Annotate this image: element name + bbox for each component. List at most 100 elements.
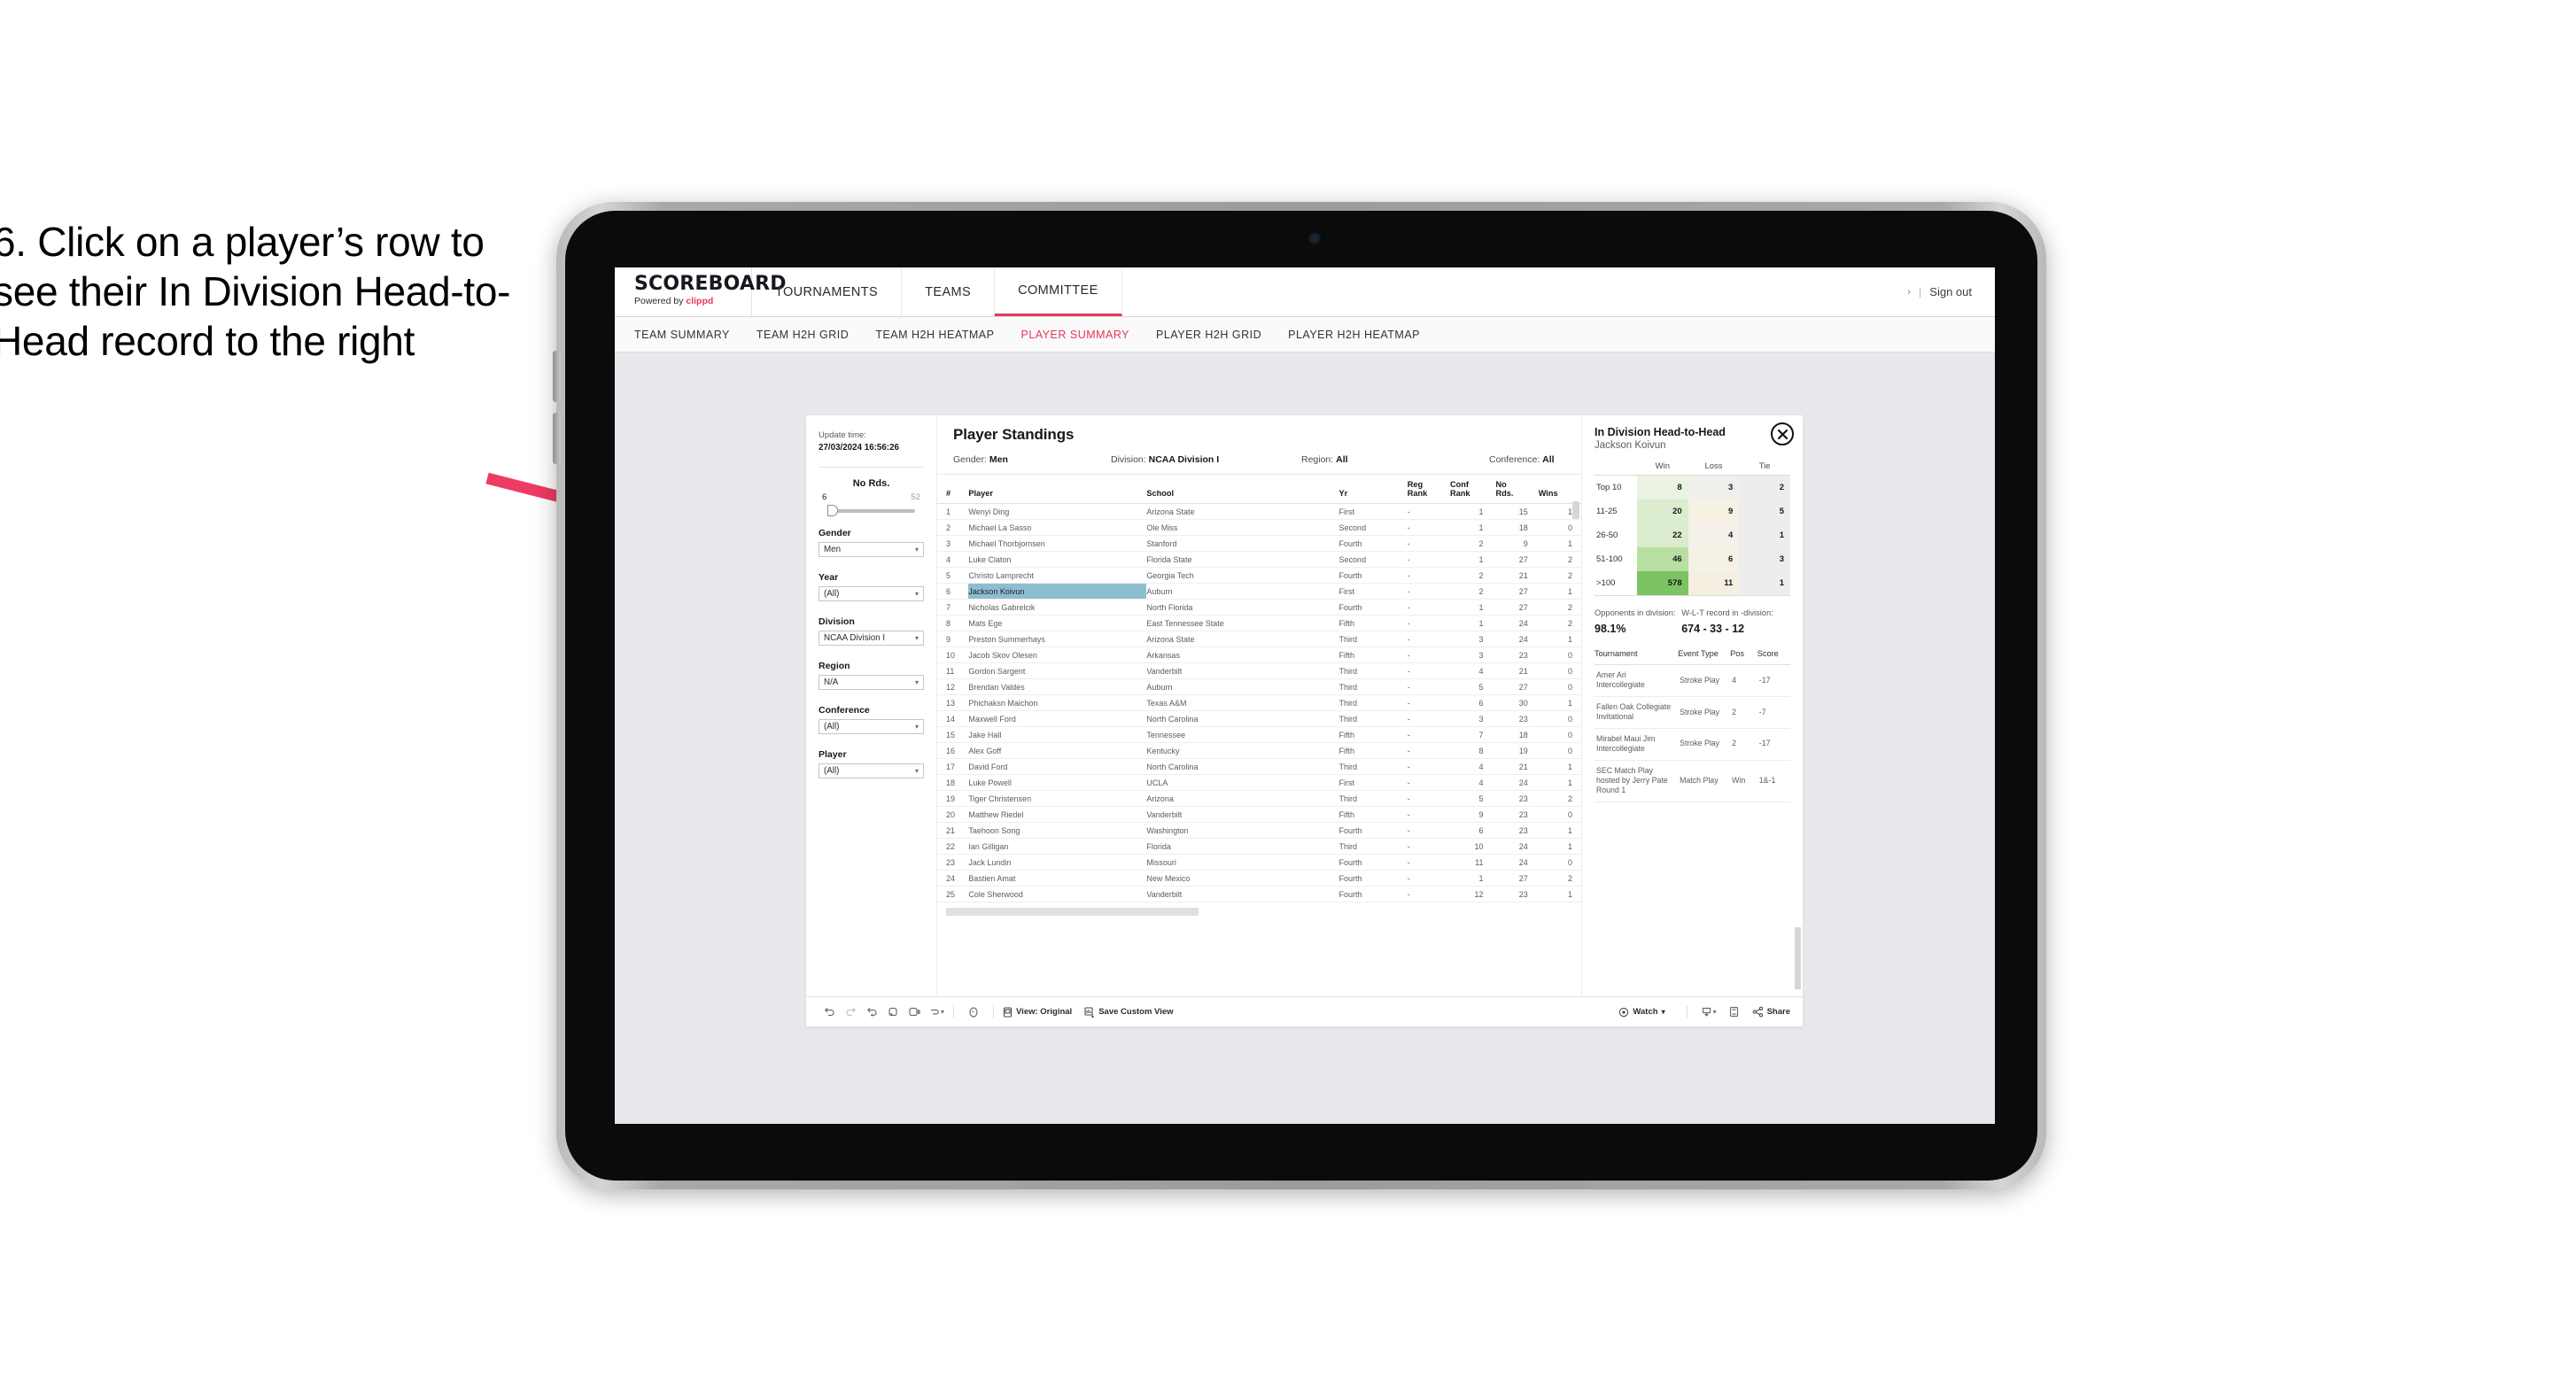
tournament-row[interactable]: Amer Ari Intercollegiate Stroke Play 4 -17 xyxy=(1594,664,1790,697)
filter-player-select[interactable]: (All) ▾ xyxy=(819,763,924,778)
filter-division-select[interactable]: NCAA Division I ▾ xyxy=(819,630,924,646)
table-row[interactable]: 13 Phichaksn Maichon Texas A&M Third -6 30 1 xyxy=(937,694,1581,711)
tab-player-h2h-heatmap[interactable]: PLAYER H2H HEATMAP xyxy=(1288,329,1420,341)
col-school[interactable]: School xyxy=(1146,475,1339,504)
filter-year-select[interactable]: (All) ▾ xyxy=(819,585,924,601)
fullscreen-icon[interactable] xyxy=(1724,1006,1745,1018)
tournament-cell-pos: 4 xyxy=(1730,664,1757,697)
table-row[interactable]: 24 Bastien Amat New Mexico Fourth -1 27 2 xyxy=(937,870,1581,887)
tournament-table-head: Tournament Event Type Pos Score xyxy=(1594,649,1790,665)
standings-horizontal-scrollbar[interactable] xyxy=(946,908,1199,916)
col-wins[interactable]: Wins xyxy=(1538,475,1581,504)
filter-conference-select[interactable]: (All) ▾ xyxy=(819,718,924,734)
table-row[interactable]: 20 Matthew Riedel Vanderbilt Fifth -9 23 0 xyxy=(937,806,1581,823)
table-row[interactable]: 4 Luke Claton Florida State Second -1 27 2 xyxy=(937,551,1581,568)
alerts-icon[interactable] xyxy=(963,1006,984,1018)
table-row[interactable]: 22 Ian Gilligan Florida Third -10 24 1 xyxy=(937,838,1581,855)
sign-out-link[interactable]: Sign out xyxy=(1929,285,1972,298)
table-row[interactable]: 17 David Ford North Carolina Third -4 21 1 xyxy=(937,758,1581,775)
watch-button[interactable]: Watch ▾ xyxy=(1618,1007,1665,1018)
close-icon[interactable] xyxy=(1771,422,1794,445)
chevron-down-icon[interactable]: ▾ xyxy=(1713,1008,1717,1016)
cell-wins: 1 xyxy=(1538,822,1581,839)
cell-num: 15 xyxy=(937,726,969,743)
table-row[interactable]: 2 Michael La Sasso Ole Miss Second -1 18 0 xyxy=(937,519,1581,536)
table-row[interactable]: 6 Jackson Koivun Auburn First -2 27 1 xyxy=(937,583,1581,600)
standings-table-wrap: # Player School Yr Reg Rank Conf Rank No… xyxy=(937,474,1581,996)
tournament-scrollbar[interactable] xyxy=(1795,927,1801,989)
tournament-row[interactable]: Fallen Oak Collegiate Invitational Stroke… xyxy=(1594,696,1790,729)
col-pos[interactable]: Pos xyxy=(1730,649,1757,665)
revert-icon[interactable] xyxy=(861,1006,882,1018)
redo-icon[interactable] xyxy=(840,1006,861,1018)
tournament-cell-name: Amer Ari Intercollegiate xyxy=(1594,664,1679,697)
table-row[interactable]: 12 Brendan Valdes Auburn Third -5 27 0 xyxy=(937,678,1581,695)
tournament-row[interactable]: Mirabel Maui Jim Intercollegiate Stroke P… xyxy=(1594,728,1790,761)
table-row[interactable]: 8 Mats Ege East Tennessee State Fifth -1 24 2 xyxy=(937,615,1581,631)
filter-gender-select[interactable]: Men ▾ xyxy=(819,541,924,557)
table-row[interactable]: 21 Taehoon Song Washington Fourth -6 23 1 xyxy=(937,822,1581,839)
cell-wins: 1 xyxy=(1538,694,1581,711)
col-conf-rank[interactable]: Conf Rank xyxy=(1450,475,1496,504)
nav-teams[interactable]: TEAMS xyxy=(902,267,996,316)
view-original-button[interactable]: View: Original xyxy=(1003,1006,1072,1018)
tab-player-summary[interactable]: PLAYER SUMMARY xyxy=(1020,329,1129,341)
table-row[interactable]: 1 Wenyi Ding Arizona State First -1 15 1 xyxy=(937,503,1581,520)
cell-reg: - xyxy=(1407,615,1450,631)
tab-team-summary[interactable]: TEAM SUMMARY xyxy=(634,329,730,341)
filter-division-value: NCAA Division I xyxy=(824,632,886,643)
table-row[interactable]: 10 Jacob Skov Olesen Arkansas Fifth -3 23 0 xyxy=(937,647,1581,663)
no-rounds-slider[interactable] xyxy=(827,505,915,517)
chevron-down-icon[interactable]: ▾ xyxy=(941,1008,944,1016)
no-rounds-slider-handle[interactable] xyxy=(827,505,838,517)
brand-logo[interactable]: SCOREBOARD Powered by clippd xyxy=(615,267,787,316)
table-row[interactable]: 16 Alex Goff Kentucky Fifth -8 19 0 xyxy=(937,742,1581,759)
tab-team-h2h-grid[interactable]: TEAM H2H GRID xyxy=(757,329,849,341)
undo-icon[interactable] xyxy=(819,1006,840,1018)
h2h-cell-loss: 3 xyxy=(1688,475,1740,499)
table-row[interactable]: 18 Luke Powell UCLA First -4 24 1 xyxy=(937,774,1581,791)
chevron-down-icon: ▾ xyxy=(914,722,919,731)
table-row[interactable]: 19 Tiger Christensen Arizona Third -5 23 2 xyxy=(937,790,1581,807)
filter-division: Division NCAA Division I ▾ xyxy=(819,616,924,646)
cell-player: Luke Powell xyxy=(968,774,1147,791)
save-view-icon xyxy=(1084,1006,1095,1018)
refresh-data-icon[interactable] xyxy=(882,1006,904,1018)
cell-wins: 2 xyxy=(1538,790,1581,807)
cell-reg: - xyxy=(1407,870,1450,887)
col-tournament[interactable]: Tournament xyxy=(1594,649,1679,665)
share-button[interactable]: Share xyxy=(1752,1006,1790,1018)
table-row[interactable]: 5 Christo Lamprecht Georgia Tech Fourth -2 21… xyxy=(937,567,1581,584)
table-row[interactable]: 11 Gordon Sargent Vanderbilt Third -4 21 0 xyxy=(937,662,1581,679)
col-player[interactable]: Player xyxy=(968,475,1147,504)
standings-vertical-scrollbar[interactable] xyxy=(1572,501,1579,519)
nav-committee[interactable]: COMMITTEE xyxy=(995,267,1122,316)
save-custom-view-button[interactable]: Save Custom View xyxy=(1084,1006,1174,1018)
chevron-right-icon[interactable]: › xyxy=(1907,287,1911,298)
table-row[interactable]: 7 Nicholas Gabrelcik North Florida Fourth -1… xyxy=(937,599,1581,616)
col-no-rds[interactable]: No Rds. xyxy=(1495,475,1539,504)
table-row[interactable]: 15 Jake Hall Tennessee Fifth -7 18 0 xyxy=(937,726,1581,743)
cell-reg: - xyxy=(1407,599,1450,616)
col-yr[interactable]: Yr xyxy=(1338,475,1408,504)
tournament-row[interactable]: SEC Match Play hosted by Jerry Pate Roun… xyxy=(1594,760,1790,802)
cell-num: 18 xyxy=(937,774,969,791)
tab-team-h2h-heatmap[interactable]: TEAM H2H HEATMAP xyxy=(875,329,994,341)
table-row[interactable]: 9 Preston Summerhays Arizona State Third -3 2… xyxy=(937,631,1581,647)
nav-tournaments[interactable]: TOURNAMENTS xyxy=(752,267,903,316)
col-score[interactable]: Score xyxy=(1757,649,1790,665)
table-row[interactable]: 14 Maxwell Ford North Carolina Third -3 23 0 xyxy=(937,710,1581,727)
table-row[interactable]: 23 Jack Lundin Missouri Fourth -11 24 0 xyxy=(937,854,1581,871)
table-row[interactable]: 3 Michael Thorbjornsen Stanford Fourth -2 9 1 xyxy=(937,535,1581,552)
col-reg-rank[interactable]: Reg Rank xyxy=(1407,475,1450,504)
col-event-type[interactable]: Event Type xyxy=(1678,649,1731,665)
pause-refresh-icon[interactable] xyxy=(904,1006,925,1018)
table-row[interactable]: 25 Cole Sherwood Vanderbilt Fourth -12 23 1 xyxy=(937,886,1581,902)
volume-up-button[interactable] xyxy=(553,351,561,402)
filter-region-select[interactable]: N/A ▾ xyxy=(819,674,924,690)
cell-player: Nicholas Gabrelcik xyxy=(968,599,1147,616)
volume-down-button[interactable] xyxy=(553,413,561,464)
cell-wins: 1 xyxy=(1538,758,1581,775)
col-rank[interactable]: # xyxy=(937,475,969,504)
tab-player-h2h-grid[interactable]: PLAYER H2H GRID xyxy=(1156,329,1261,341)
